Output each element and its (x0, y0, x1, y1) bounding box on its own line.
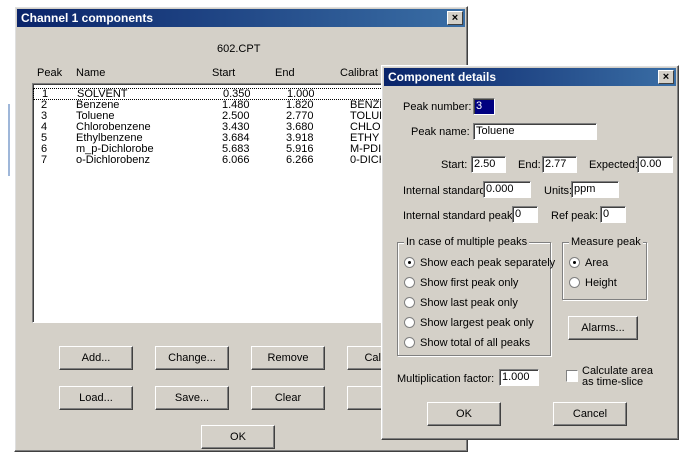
multiplication-factor-label: Multiplication factor: (397, 373, 495, 385)
calculate-area-label: Calculate area as time-slice (582, 365, 653, 388)
clear-button-label: Clear (274, 392, 302, 404)
column-header-calibration: Calibrat (340, 67, 378, 79)
peak-number-field[interactable]: 3 (473, 98, 495, 115)
load-button[interactable]: Load... (59, 386, 133, 410)
load-button-label: Load... (79, 392, 113, 404)
save-button-label: Save... (174, 392, 210, 404)
units-field[interactable]: ppm (571, 181, 619, 198)
change-button[interactable]: Change... (155, 346, 229, 370)
column-header-peak: Peak (37, 67, 63, 79)
peak-name-field[interactable]: Toluene (473, 123, 597, 140)
start-label: Start: (441, 159, 468, 171)
alarms-button-label: Alarms... (581, 322, 625, 334)
save-button[interactable]: Save... (155, 386, 229, 410)
calculate-area-checkbox[interactable] (566, 370, 578, 382)
internal-standard-label: Internal standard: (403, 185, 489, 197)
peak-number-label: Peak number: (403, 101, 472, 113)
multiplication-factor-field[interactable]: 1.000 (499, 369, 539, 386)
ok-button[interactable]: OK (201, 425, 275, 449)
ref-peak-label: Ref peak: (551, 210, 599, 222)
multiple-peaks-group: In case of multiple peaks Show each peak… (397, 236, 555, 356)
peak-cell: 7 (41, 154, 48, 166)
dialog-title: Component details (388, 70, 497, 84)
radio-label: Show total of all peaks (420, 337, 531, 349)
radio-show-total-peaks[interactable]: Show total of all peaks (404, 336, 531, 350)
radio-label: Area (585, 257, 609, 269)
name-cell: o-Dichlorobenz (76, 154, 150, 166)
radio-selected-icon (569, 256, 580, 268)
radio-label: Show last peak only (420, 297, 518, 309)
add-button-label: Add... (81, 352, 111, 364)
radio-selected-icon (404, 256, 415, 268)
internal-standard-peak-label: Internal standard peak: (403, 210, 516, 222)
component-details-titlebar: Component details × (384, 68, 676, 86)
add-button[interactable]: Add... (59, 346, 133, 370)
end-cell: 6.266 (286, 154, 314, 166)
measure-peak-group: Measure peak Area Height (562, 236, 647, 300)
remove-button[interactable]: Remove (251, 346, 325, 370)
change-button-label: Change... (168, 352, 216, 364)
column-header-name: Name (76, 67, 106, 79)
measure-peak-group-title: Measure peak (569, 236, 643, 248)
ok-button[interactable]: OK (427, 402, 501, 426)
radio-show-each-peak[interactable]: Show each peak separately (404, 256, 556, 270)
radio-label: Show each peak separately (420, 257, 556, 269)
radio-show-largest-peak[interactable]: Show largest peak only (404, 316, 534, 330)
units-label: Units: (544, 185, 573, 197)
start-cell: 6.066 (222, 154, 250, 166)
radio-unselected-icon (404, 296, 415, 308)
cancel-button[interactable]: Cancel (553, 402, 627, 426)
ok-button-label: OK (230, 431, 246, 443)
window-title: Channel 1 components (21, 11, 154, 25)
filename-label: 602.CPT (217, 43, 261, 55)
background-accent-line (8, 104, 10, 176)
internal-standard-peak-field[interactable]: 0 (512, 206, 538, 223)
end-label: End: (518, 159, 541, 171)
column-header-start: Start (212, 67, 236, 79)
radio-unselected-icon (404, 316, 415, 328)
ok-button-label: OK (456, 408, 472, 420)
alarms-button[interactable]: Alarms... (568, 316, 638, 340)
internal-standard-field[interactable]: 0.000 (483, 181, 531, 198)
expected-label: Expected: (589, 159, 638, 171)
channel-components-titlebar: Channel 1 components × (17, 9, 465, 27)
radio-label: Show first peak only (420, 277, 519, 289)
remove-button-label: Remove (267, 352, 309, 364)
multiple-peaks-group-title: In case of multiple peaks (404, 236, 530, 248)
peak-name-label: Peak name: (411, 126, 470, 138)
close-icon[interactable]: × (447, 11, 463, 25)
radio-unselected-icon (569, 276, 580, 288)
radio-label: Height (585, 277, 617, 289)
radio-measure-height[interactable]: Height (569, 276, 617, 290)
clear-button[interactable]: Clear (251, 386, 325, 410)
radio-show-first-peak[interactable]: Show first peak only (404, 276, 519, 290)
end-field[interactable]: 2.77 (542, 156, 577, 173)
radio-show-last-peak[interactable]: Show last peak only (404, 296, 518, 310)
expected-field[interactable]: 0.00 (637, 156, 673, 173)
radio-unselected-icon (404, 336, 415, 348)
radio-measure-area[interactable]: Area (569, 256, 609, 270)
start-field[interactable]: 2.50 (471, 156, 506, 173)
column-header-end: End (275, 67, 295, 79)
checkbox-box (566, 370, 578, 382)
radio-label: Show largest peak only (420, 317, 534, 329)
component-details-dialog: Component details × Peak number: 3 Peak … (381, 65, 679, 440)
close-icon[interactable]: × (658, 70, 674, 84)
cancel-button-label: Cancel (572, 408, 608, 420)
ref-peak-field[interactable]: 0 (600, 206, 626, 223)
radio-unselected-icon (404, 276, 415, 288)
